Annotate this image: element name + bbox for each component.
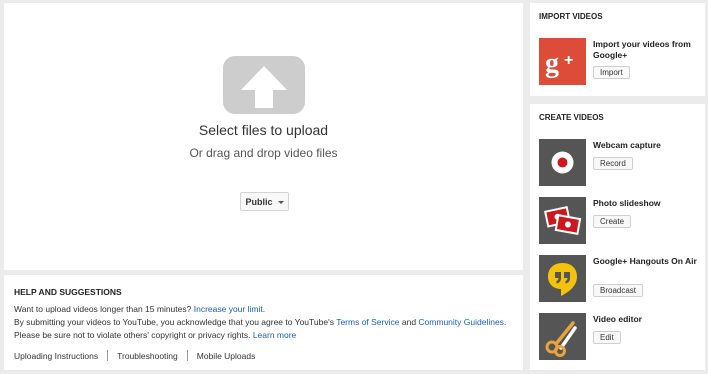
privacy-dropdown[interactable]: Public (240, 192, 289, 211)
webcam-capture-label: Webcam capture (593, 140, 661, 150)
broadcast-button[interactable]: Broadcast (593, 284, 644, 297)
help-panel: HELP AND SUGGESTIONS Want to upload vide… (4, 275, 523, 370)
help-text: Please be sure not to violate others' co… (14, 330, 251, 340)
help-line-terms: By submitting your videos to YouTube, yo… (14, 317, 506, 327)
create-videos-panel: CREATE VIDEOS Webcam capture Record Phot… (530, 104, 705, 370)
help-line-copyright: Please be sure not to violate others' co… (14, 330, 296, 340)
help-text: Want to upload videos longer than 15 min… (14, 304, 192, 314)
import-videos-panel: IMPORT VIDEOS g + Import your videos fro… (530, 3, 705, 96)
edit-button[interactable]: Edit (593, 331, 621, 344)
import-button[interactable]: Import (593, 66, 630, 79)
divider (186, 350, 188, 361)
import-title: IMPORT VIDEOS (539, 12, 603, 21)
chevron-down-icon (277, 200, 284, 204)
record-button[interactable]: Record (593, 157, 633, 170)
video-editor-label: Video editor (593, 314, 642, 324)
help-links: Uploading Instructions Troubleshooting M… (14, 350, 255, 361)
uploading-instructions-link[interactable]: Uploading Instructions (14, 351, 98, 361)
help-title: HELP AND SUGGESTIONS (14, 287, 122, 297)
svg-text:+: + (564, 52, 573, 69)
svg-text:g: g (545, 48, 559, 79)
upload-arrow-icon[interactable] (223, 56, 305, 114)
hangouts-on-air-label: Google+ Hangouts On Air (593, 256, 697, 266)
help-text: . (503, 317, 507, 327)
upload-title[interactable]: Select files to upload (4, 122, 523, 138)
scissors-icon[interactable] (539, 313, 586, 360)
terms-of-service-link[interactable]: Terms of Service (336, 317, 399, 327)
upload-subtitle: Or drag and drop video files (189, 146, 338, 160)
create-title: CREATE VIDEOS (539, 113, 604, 122)
learn-more-link[interactable]: Learn more (253, 330, 296, 340)
photos-icon[interactable] (539, 197, 586, 244)
increase-limit-link[interactable]: Increase your limit. (194, 304, 265, 314)
help-line-limit: Want to upload videos longer than 15 min… (14, 304, 265, 314)
create-button[interactable]: Create (593, 215, 632, 228)
mobile-uploads-link[interactable]: Mobile Uploads (197, 351, 256, 361)
photo-slideshow-label: Photo slideshow (593, 198, 661, 208)
community-guidelines-link[interactable]: Community Guidelines (418, 317, 504, 327)
help-text: By submitting your videos to YouTube, yo… (14, 317, 334, 327)
record-icon[interactable] (539, 139, 586, 186)
troubleshooting-link[interactable]: Troubleshooting (117, 351, 178, 361)
help-text: and (401, 317, 417, 327)
hangouts-icon[interactable] (539, 255, 586, 302)
divider (107, 350, 109, 361)
import-google-plus-label: Import your videos from Google+ (593, 39, 691, 60)
privacy-label: Public (245, 196, 273, 207)
google-plus-icon[interactable]: g + (539, 38, 586, 85)
upload-panel[interactable]: Select files to upload Or drag and drop … (4, 3, 523, 270)
